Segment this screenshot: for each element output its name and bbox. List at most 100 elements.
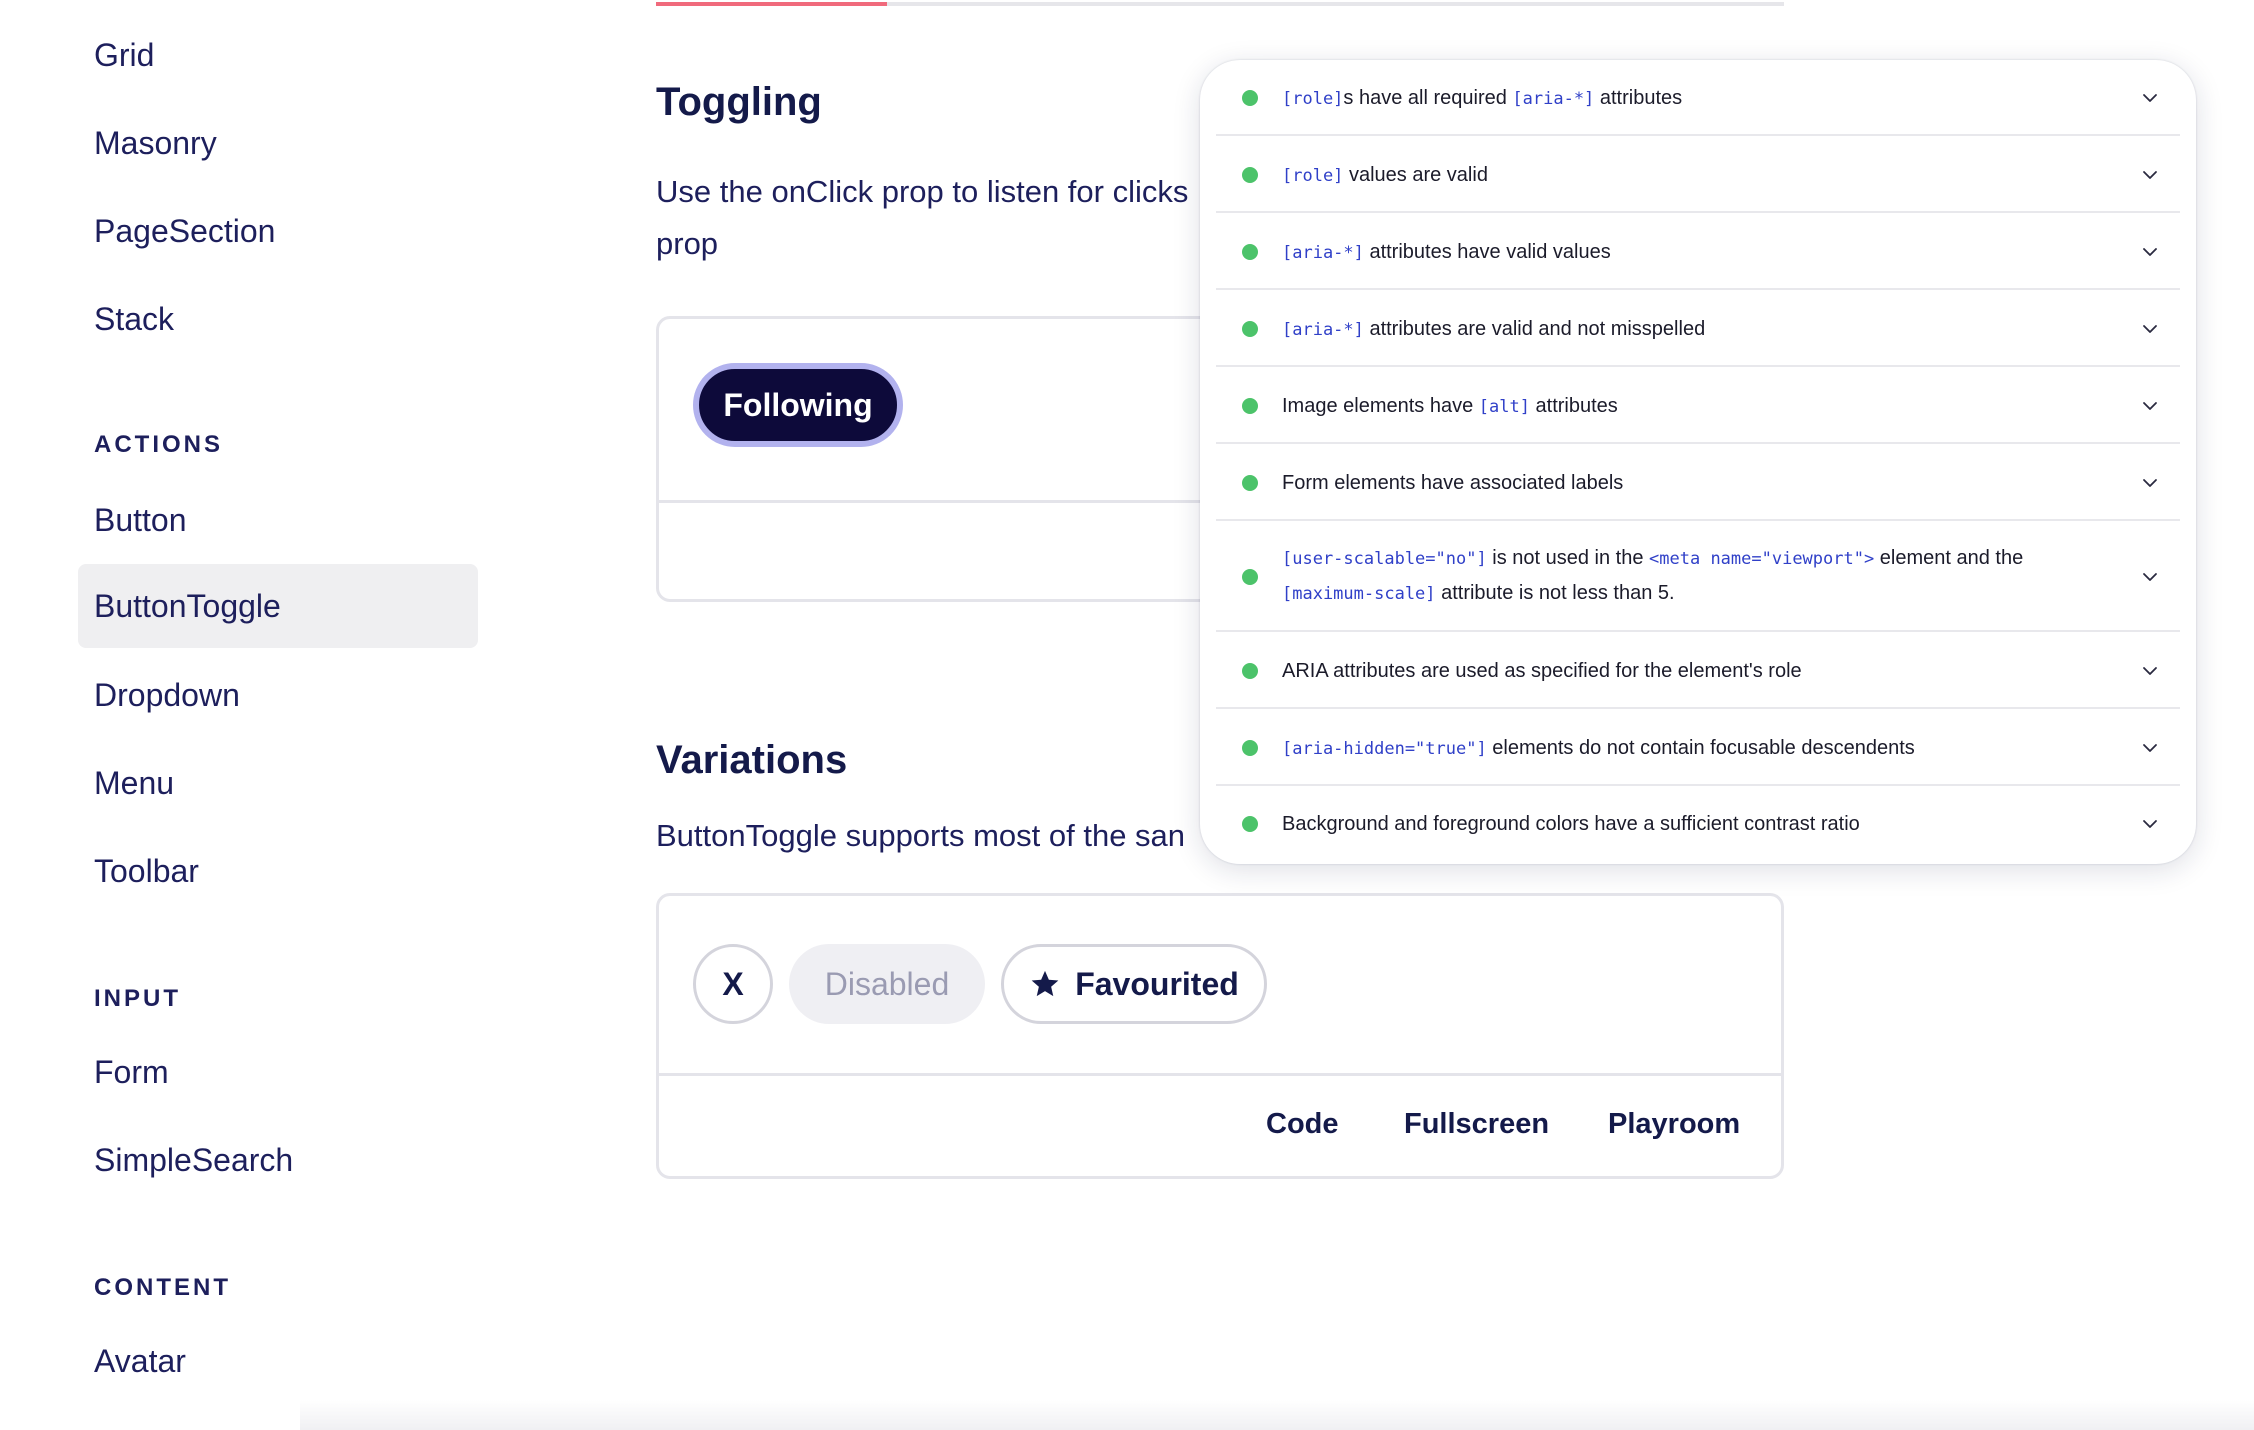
- accessibility-checks-panel: [role]s have all required [aria-*] attri…: [1200, 60, 2196, 864]
- chevron-down-icon[interactable]: [2140, 661, 2160, 681]
- check-code-fragment: [role]: [1282, 89, 1344, 109]
- a11y-check-row[interactable]: Form elements have associated labels: [1216, 444, 2180, 521]
- check-text-fragment: elements do not contain focusable descen…: [1486, 736, 1915, 759]
- check-text-fragment: Form elements have associated labels: [1282, 471, 1624, 494]
- check-text-fragment: Image elements have: [1282, 394, 1479, 417]
- a11y-check-label: [role]s have all required [aria-*] attri…: [1282, 81, 1682, 116]
- a11y-check-label: ARIA attributes are used as specified fo…: [1282, 654, 1802, 688]
- sidebar-item-avatar[interactable]: Avatar: [78, 1319, 478, 1403]
- a11y-check-label: [aria-*] attributes have valid values: [1282, 235, 1611, 270]
- pass-status-dot: [1242, 662, 1258, 679]
- check-text-fragment: values are valid: [1343, 163, 1488, 186]
- fullscreen-link[interactable]: Fullscreen: [1404, 1108, 1549, 1141]
- chevron-down-icon[interactable]: [2140, 396, 2160, 416]
- chevron-down-icon[interactable]: [2140, 88, 2160, 108]
- check-text-fragment: s have all required: [1343, 87, 1513, 109]
- chevron-down-icon[interactable]: [2140, 473, 2160, 493]
- a11y-check-line: [maximum-scale] attribute is not less th…: [1282, 576, 2023, 611]
- favourited-toggle-button[interactable]: Favourited: [1001, 944, 1267, 1024]
- pass-status-dot: [1242, 739, 1258, 756]
- disabled-toggle-button: Disabled: [789, 944, 985, 1024]
- sidebar-heading-actions: ACTIONS: [94, 431, 223, 458]
- variations-example-box: X Disabled Favourited Code Fullscreen Pl…: [656, 893, 1784, 1179]
- check-code-fragment: <meta name="viewport">: [1649, 549, 1875, 569]
- a11y-check-label: Form elements have associated labels: [1282, 466, 1623, 500]
- pass-status-dot: [1242, 568, 1258, 585]
- a11y-check-line: [user-scalable="no"] is not used in the …: [1282, 541, 2023, 576]
- check-code-fragment: [alt]: [1478, 396, 1530, 417]
- sidebar-item-menu[interactable]: Menu: [78, 741, 478, 825]
- a11y-check-row[interactable]: ARIA attributes are used as specified fo…: [1216, 632, 2180, 709]
- check-text-fragment: Background and foreground colors have a …: [1282, 813, 1860, 835]
- pass-status-dot: [1242, 474, 1258, 491]
- pass-status-dot: [1242, 90, 1258, 106]
- chevron-down-icon[interactable]: [2140, 814, 2160, 834]
- chevron-down-icon[interactable]: [2140, 738, 2160, 758]
- bottom-fade: [300, 1400, 2254, 1430]
- a11y-check-row[interactable]: [user-scalable="no"] is not used in the …: [1216, 521, 2180, 632]
- a11y-check-row[interactable]: Image elements have [alt] attributes: [1216, 367, 2180, 444]
- sidebar-item-stack[interactable]: Stack: [78, 277, 478, 361]
- check-text-fragment: is not used in the: [1486, 547, 1650, 569]
- a11y-check-row[interactable]: [role] values are valid: [1216, 136, 2180, 213]
- a11y-check-row[interactable]: [aria-hidden="true"] elements do not con…: [1216, 709, 2180, 786]
- sidebar-item-toolbar[interactable]: Toolbar: [78, 829, 478, 913]
- a11y-check-label: [user-scalable="no"] is not used in the …: [1282, 541, 2023, 611]
- pass-status-dot: [1242, 816, 1258, 832]
- scroll-progress-bar: [656, 2, 1784, 6]
- chevron-down-icon[interactable]: [2140, 242, 2160, 262]
- check-text-fragment: attribute is not less than 5.: [1435, 582, 1675, 604]
- scroll-progress-fill: [656, 2, 888, 6]
- code-link[interactable]: Code: [1266, 1108, 1339, 1141]
- check-text-fragment: attributes: [1529, 394, 1618, 417]
- sidebar-nav: Grid Masonry PageSection Stack ACTIONS B…: [0, 0, 560, 1430]
- pass-status-dot: [1242, 243, 1258, 260]
- a11y-check-label: Image elements have [alt] attributes: [1282, 389, 1618, 424]
- pass-status-dot: [1242, 166, 1258, 183]
- section-title-toggling: Toggling: [656, 80, 822, 124]
- chevron-down-icon[interactable]: [2140, 567, 2160, 587]
- sidebar-heading-input: INPUT: [94, 985, 181, 1012]
- chevron-down-icon[interactable]: [2140, 165, 2160, 185]
- a11y-check-row[interactable]: [aria-*] attributes have valid values: [1216, 213, 2180, 290]
- check-code-fragment: [aria-*]: [1282, 242, 1364, 263]
- check-code-fragment: [aria-*]: [1512, 89, 1595, 109]
- sidebar-heading-content: CONTENT: [94, 1274, 231, 1301]
- sidebar-item-dropdown[interactable]: Dropdown: [78, 653, 478, 737]
- check-code-fragment: [role]: [1282, 165, 1344, 186]
- sidebar-item-grid[interactable]: Grid: [78, 13, 478, 97]
- a11y-check-label: Background and foreground colors have a …: [1282, 807, 1860, 841]
- pass-status-dot: [1242, 320, 1258, 337]
- sidebar-item-simplesearch[interactable]: SimpleSearch: [78, 1118, 478, 1202]
- check-text-fragment: attributes have valid values: [1363, 240, 1611, 263]
- check-code-fragment: [user-scalable="no"]: [1282, 549, 1487, 569]
- check-code-fragment: [aria-hidden="true"]: [1282, 738, 1487, 759]
- x-toggle-button[interactable]: X: [693, 944, 773, 1024]
- toggling-description-line1: Use the onClick prop to listen for click…: [656, 174, 1189, 209]
- playroom-link[interactable]: Playroom: [1608, 1108, 1740, 1141]
- example-divider: [659, 1073, 1781, 1076]
- pass-status-dot: [1242, 397, 1258, 414]
- check-text-fragment: element and the: [1874, 547, 2024, 569]
- variations-description: ButtonToggle supports most of the san: [656, 818, 1186, 853]
- check-code-fragment: [aria-*]: [1282, 319, 1364, 340]
- a11y-check-label: [aria-hidden="true"] elements do not con…: [1282, 731, 1915, 766]
- sidebar-item-button[interactable]: Button: [78, 478, 478, 562]
- star-icon: [1031, 970, 1059, 997]
- a11y-check-row[interactable]: [aria-*] attributes are valid and not mi…: [1216, 290, 2180, 367]
- sidebar-item-buttontoggle[interactable]: ButtonToggle: [78, 564, 478, 648]
- a11y-check-row[interactable]: Background and foreground colors have a …: [1216, 786, 2180, 862]
- sidebar-item-form[interactable]: Form: [78, 1030, 478, 1114]
- a11y-check-row[interactable]: [role]s have all required [aria-*] attri…: [1216, 60, 2180, 136]
- favourited-label: Favourited: [1075, 965, 1239, 1002]
- a11y-check-label: [aria-*] attributes are valid and not mi…: [1282, 312, 1705, 347]
- sidebar-item-masonry[interactable]: Masonry: [78, 101, 478, 185]
- sidebar-item-pagesection[interactable]: PageSection: [78, 189, 478, 273]
- following-toggle-button[interactable]: Following: [693, 363, 903, 447]
- check-text-fragment: attributes: [1594, 87, 1683, 109]
- chevron-down-icon[interactable]: [2140, 319, 2160, 339]
- check-text-fragment: attributes are valid and not misspelled: [1363, 317, 1706, 340]
- check-code-fragment: [maximum-scale]: [1282, 584, 1436, 604]
- toggling-description-line2: prop: [656, 226, 719, 261]
- a11y-check-label: [role] values are valid: [1282, 158, 1488, 193]
